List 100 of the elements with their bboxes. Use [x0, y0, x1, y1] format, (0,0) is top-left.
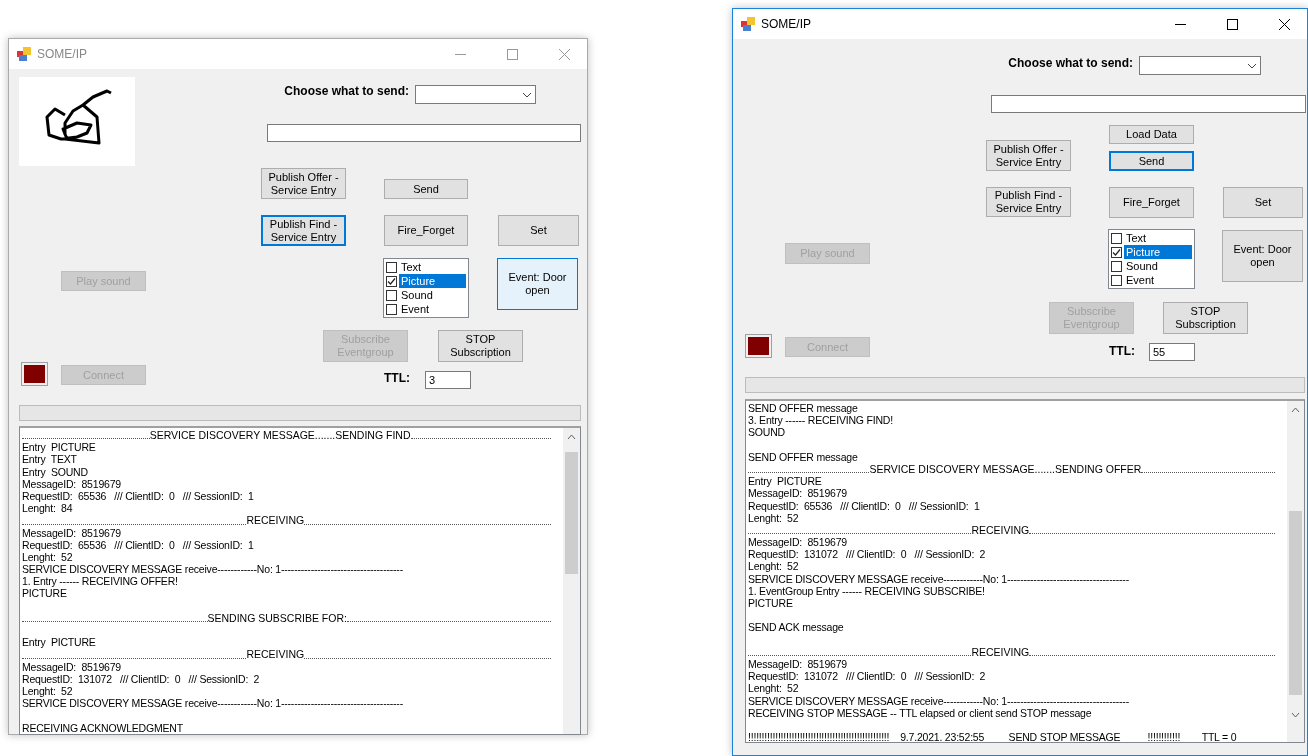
- checkbox[interactable]: [1111, 260, 1122, 272]
- log-line: MessageID: 8519679: [22, 660, 122, 673]
- scrollbar-thumb[interactable]: [1289, 511, 1302, 695]
- log-line: RECEIVING ACKNOWLEDGMENT: [22, 721, 184, 734]
- form-button[interactable]: Fire_Forget: [384, 215, 468, 246]
- close-icon: [1278, 18, 1290, 30]
- checkbox[interactable]: [386, 303, 397, 315]
- checklist-item[interactable]: Event: [1124, 273, 1192, 287]
- text-input-field[interactable]: [267, 124, 581, 142]
- log-line: MessageID: 8519679: [22, 477, 122, 490]
- log-separator-text: SERVICE DISCOVERY MESSAGE.......SENDING OFFER: [869, 462, 1142, 476]
- log-line: Lenght: 84: [22, 502, 74, 515]
- log-line: MessageID: 8519679: [748, 657, 848, 671]
- text-input-field[interactable]: [991, 95, 1306, 113]
- maximize-icon: [1226, 18, 1238, 30]
- checkbox[interactable]: [1111, 246, 1122, 258]
- ttl-input[interactable]: 3: [425, 371, 471, 389]
- log-line: SERVICE DISCOVERY MESSAGE receive------------No: 1-------------------------------------: [22, 563, 404, 576]
- log-line: SEND OFFER message: [748, 450, 859, 463]
- checklist-item[interactable]: Sound: [1124, 259, 1192, 273]
- log-separator-text: RECEIVING: [971, 645, 1030, 658]
- checkbox[interactable]: [1111, 232, 1122, 244]
- log-line: Entry PICTURE: [22, 441, 97, 454]
- ttl-input[interactable]: 55: [1149, 343, 1195, 361]
- ttl-label: TTL:: [1109, 344, 1135, 358]
- form-button[interactable]: Send: [1109, 151, 1194, 171]
- form-button[interactable]: Publish Offer - Service Entry: [261, 168, 346, 199]
- log-line: RequestID: 65536 /// ClientID: 0 /// SessionID: 1: [22, 538, 255, 551]
- form-button[interactable]: Event: Door open: [497, 258, 578, 310]
- caret-icon: [1247, 62, 1257, 69]
- choose-label: Choose what to send:: [1007, 56, 1133, 70]
- scroll-up-icon[interactable]: [567, 434, 576, 440]
- scrollbar[interactable]: [563, 428, 580, 734]
- log-line: RequestID: 65536 /// ClientID: 0 /// SessionID: 1: [22, 489, 255, 503]
- checkbox[interactable]: [386, 275, 397, 287]
- log-line: PICTURE: [22, 587, 68, 600]
- log-line: Entry TEXT: [22, 453, 78, 466]
- log-line: MessageID: 8519679: [748, 487, 848, 500]
- choose-label: Choose what to send:: [283, 84, 409, 98]
- checklist-item[interactable]: Picture: [1124, 245, 1192, 259]
- form-button[interactable]: Publish Offer - Service Entry: [986, 140, 1071, 171]
- form-button[interactable]: STOP Subscription: [438, 330, 523, 362]
- form-button[interactable]: Set: [498, 215, 579, 246]
- log-line: SEND OFFER message: [748, 402, 859, 415]
- form-button[interactable]: Load Data: [1109, 125, 1194, 144]
- log-line: Lenght: 52: [748, 682, 800, 695]
- checklist-item[interactable]: Text: [399, 260, 466, 274]
- form-button[interactable]: Send: [384, 179, 468, 199]
- log-line: Lenght: 52: [22, 684, 74, 698]
- check-icon: [1112, 247, 1121, 257]
- log-line: RECEIVING STOP MESSAGE -- TTL elapsed or client send STOP message: [748, 706, 1093, 719]
- form-button[interactable]: Publish Find - Service Entry: [986, 187, 1071, 217]
- window-title: SOME/IP: [761, 17, 812, 31]
- log-line: SERVICE DISCOVERY MESSAGE receive------------No: 1-------------------------------------: [22, 697, 404, 710]
- scroll-up-icon[interactable]: [1291, 407, 1300, 413]
- log-line: Entry SOUND: [22, 465, 89, 478]
- form-button[interactable]: Publish Find - Service Entry: [261, 215, 346, 246]
- log-line: SEND ACK message: [748, 621, 845, 634]
- scrollbar[interactable]: [1287, 401, 1304, 742]
- checklist-item[interactable]: Picture: [399, 274, 466, 288]
- log-line: RequestID: 131072 /// ClientID: 0 /// SessionID: 2: [22, 672, 261, 685]
- log-separator-text: RECEIVING: [246, 648, 305, 661]
- form-button[interactable]: Event: Door open: [1222, 230, 1303, 282]
- close-icon: [558, 48, 570, 60]
- caret-icon: [522, 91, 532, 98]
- log-line: SOUND: [748, 426, 786, 439]
- send-type-dropdown[interactable]: [1139, 56, 1261, 75]
- checkbox[interactable]: [1111, 274, 1122, 286]
- checklist-item[interactable]: Event: [399, 302, 466, 316]
- check-icon: [387, 276, 396, 286]
- status-indicator: [21, 362, 48, 386]
- log-line: Entry PICTURE: [748, 475, 823, 488]
- log-separator-text: SERVICE DISCOVERY MESSAGE.......SENDING FIND: [149, 429, 411, 442]
- form-button[interactable]: Set: [1223, 187, 1303, 218]
- log-line: PICTURE: [748, 597, 794, 610]
- log-line: SERVICE DISCOVERY MESSAGE receive------------No: 1-------------------------------------: [748, 694, 1130, 707]
- maximize-icon: [506, 48, 518, 60]
- app-icon: [741, 17, 755, 31]
- log-line: SERVICE DISCOVERY MESSAGE receive------------No: 1-------------------------------------: [748, 572, 1130, 585]
- scrollbar-thumb[interactable]: [565, 452, 578, 574]
- log-line: MessageID: 8519679: [748, 536, 848, 549]
- checkbox[interactable]: [386, 261, 397, 273]
- log-line: Lenght: 52: [748, 511, 800, 524]
- checklist-item[interactable]: Sound: [399, 288, 466, 302]
- log-line: !!!!!!!!!!!!!!!!!!!!!!!!!!!!!!!!!!!!!!!!!!!!!!!!!!!! 9.7.2021. 23:52:55 SEND STOP MESSAGE !!!!!!!!!!!! TTL = 0: [748, 731, 1238, 742]
- log-line: RequestID: 131072 /// ClientID: 0 /// SessionID: 2: [748, 548, 987, 561]
- window-title: SOME/IP: [37, 47, 88, 61]
- log-line: 1. EventGroup Entry ------ RECEIVING SUBSCRIBE!: [748, 584, 986, 597]
- status-indicator: [745, 334, 772, 358]
- scroll-down-icon[interactable]: [1291, 712, 1300, 718]
- checklist-item[interactable]: Text: [1124, 231, 1192, 245]
- log-line: 1. Entry ------ RECEIVING OFFER!: [22, 575, 179, 588]
- log-line: RequestID: 131072 /// ClientID: 0 /// SessionID: 2: [748, 670, 987, 683]
- send-type-dropdown[interactable]: [415, 85, 536, 104]
- form-button[interactable]: STOP Subscription: [1163, 302, 1248, 334]
- form-button[interactable]: Fire_Forget: [1109, 187, 1194, 218]
- log-separator-text: RECEIVING: [971, 523, 1030, 537]
- ttl-label: TTL:: [384, 371, 410, 385]
- checkbox[interactable]: [386, 289, 397, 301]
- log-line: RequestID: 65536 /// ClientID: 0 /// SessionID: 1: [748, 499, 981, 512]
